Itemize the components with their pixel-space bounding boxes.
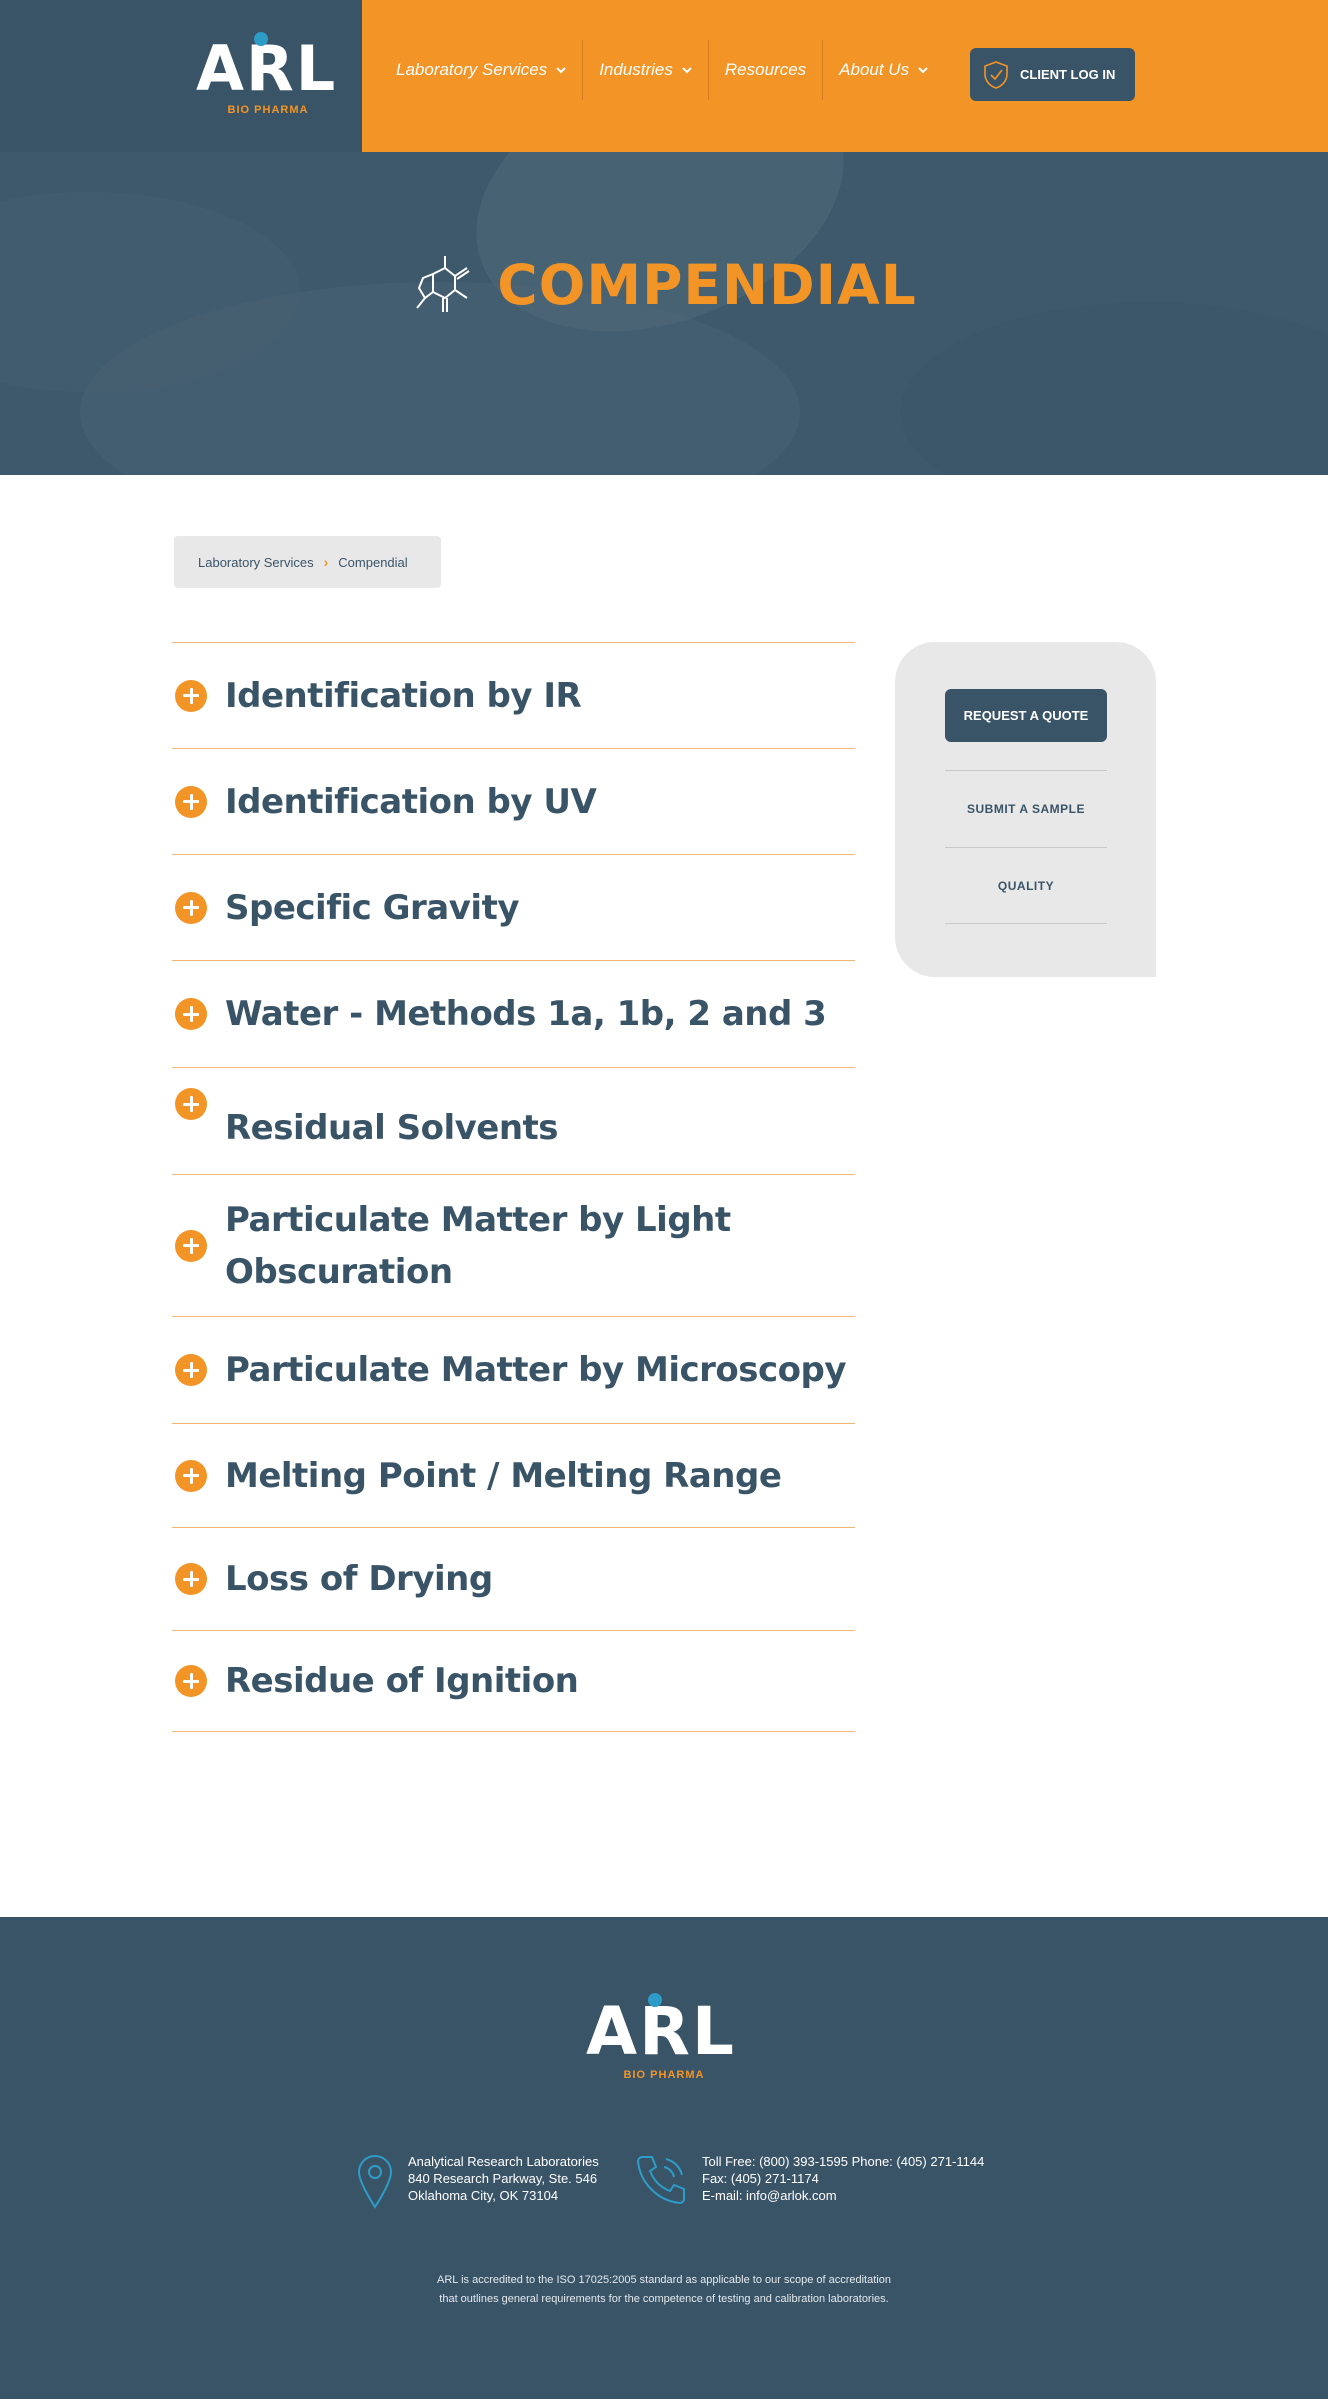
chevron-down-icon xyxy=(918,67,928,74)
accordion-label: Water - Methods 1a, 1b, 2 and 3 xyxy=(225,994,827,1034)
accordion-item[interactable]: Specific Gravity xyxy=(172,854,855,960)
accordion-item[interactable]: Residue of Ignition xyxy=(172,1630,855,1732)
accordion-label: Loss of Drying xyxy=(225,1559,493,1599)
site-logo[interactable]: ARL BIO PHARMA xyxy=(196,32,340,116)
accordion-item[interactable]: Melting Point / Melting Range xyxy=(172,1423,855,1527)
nav-laboratory-services[interactable]: Laboratory Services xyxy=(362,40,582,100)
accordion-label: Residue of Ignition xyxy=(225,1661,579,1701)
logo-subtitle: BIO PHARMA xyxy=(227,104,309,116)
plus-icon xyxy=(175,1088,207,1120)
request-quote-button[interactable]: REQUEST A QUOTE xyxy=(945,689,1107,742)
chevron-down-icon xyxy=(556,67,566,74)
sidebar-panel: REQUEST A QUOTE SUBMIT A SAMPLE QUALITY xyxy=(895,642,1156,977)
accreditation-note: ARL is accredited to the ISO 17025:2005 … xyxy=(0,2271,1328,2309)
plus-icon xyxy=(175,891,207,924)
nav-bar: Laboratory Services Industries Resources… xyxy=(362,0,1328,152)
footer-logo[interactable]: ARL BIO PHARMA xyxy=(586,1993,742,2081)
services-accordion: Identification by IR Identification by U… xyxy=(172,642,855,1732)
client-login-button[interactable]: CLIENT LOG IN xyxy=(970,48,1135,101)
nav-about-us[interactable]: About Us xyxy=(823,40,944,100)
nav-industries[interactable]: Industries xyxy=(583,40,708,100)
breadcrumb: Laboratory Services › Compendial xyxy=(174,536,441,588)
plus-icon xyxy=(175,785,207,818)
logo-text: ARL xyxy=(196,32,338,105)
address-line: Oklahoma City, OK 73104 xyxy=(408,2188,559,2203)
submit-sample-link[interactable]: SUBMIT A SAMPLE xyxy=(945,770,1107,847)
accordion-label: Identification by IR xyxy=(225,675,582,716)
logo-text: ARL xyxy=(586,1993,736,2070)
main-nav: Laboratory Services Industries Resources… xyxy=(362,40,944,100)
accordion-item[interactable]: Water - Methods 1a, 1b, 2 and 3 xyxy=(172,960,855,1067)
accordion-label: Residual Solvents xyxy=(225,1108,559,1148)
accordion-item[interactable]: Loss of Drying xyxy=(172,1527,855,1630)
accordion-label: Identification by UV xyxy=(225,781,597,822)
hero-heading: COMPENDIAL xyxy=(0,252,1328,318)
logo-dot xyxy=(254,32,268,46)
logo-block: ARL BIO PHARMA xyxy=(0,0,362,152)
nav-label: Laboratory Services xyxy=(396,60,548,79)
address-line: 840 Research Parkway, Ste. 546 xyxy=(408,2171,598,2186)
map-pin-icon xyxy=(357,2155,393,2209)
plus-icon xyxy=(175,1563,207,1595)
chevron-right-icon: › xyxy=(323,554,329,570)
accordion-item[interactable]: Residual Solvents xyxy=(172,1067,855,1174)
site-header: ARL BIO PHARMA Laboratory Services Indus… xyxy=(0,0,1328,152)
quality-link[interactable]: QUALITY xyxy=(945,847,1107,924)
footer-address: Analytical Research Laboratories 840 Res… xyxy=(356,2153,599,2209)
plus-icon xyxy=(175,1665,207,1697)
chevron-down-icon xyxy=(682,67,692,74)
accordion-label: Melting Point / Melting Range xyxy=(225,1455,782,1496)
accordion-label: Particulate Matter by Microscopy xyxy=(225,1350,847,1390)
logo-subtitle: BIO PHARMA xyxy=(623,2069,705,2081)
site-footer: ARL BIO PHARMA Analytical Research Labor… xyxy=(0,1917,1328,2399)
molecule-icon xyxy=(416,256,470,312)
contact-lines: Toll Free: (800) 393-1595 Phone: (405) 2… xyxy=(702,2153,984,2204)
legal-line: ARL is accredited to the ISO 17025:2005 … xyxy=(437,2274,891,2286)
phone-line[interactable]: Toll Free: (800) 393-1595 Phone: (405) 2… xyxy=(702,2153,984,2170)
address-lines: Analytical Research Laboratories 840 Res… xyxy=(408,2153,599,2204)
logo-dot xyxy=(648,1993,662,2007)
accordion-item[interactable]: Particulate Matter by Light Obscuration xyxy=(172,1174,855,1316)
plus-icon xyxy=(175,1229,207,1262)
accordion-item[interactable]: Particulate Matter by Microscopy xyxy=(172,1316,855,1423)
legal-line: that outlines general requirements for t… xyxy=(439,2293,889,2305)
email-line[interactable]: E-mail: info@arlok.com xyxy=(702,2187,984,2204)
accordion-item[interactable]: Identification by IR xyxy=(172,642,855,748)
accordion-label: Particulate Matter by Light Obscuration xyxy=(225,1199,731,1292)
nav-label: Resources xyxy=(724,60,807,79)
plus-icon xyxy=(175,1459,207,1492)
shield-check-icon xyxy=(984,60,1008,89)
hero-banner: COMPENDIAL xyxy=(0,152,1328,475)
fax-line: Fax: (405) 271-1174 xyxy=(702,2171,819,2186)
nav-label: Industries xyxy=(599,60,673,79)
phone-icon xyxy=(636,2156,685,2205)
nav-resources[interactable]: Resources xyxy=(709,40,822,100)
breadcrumb-laboratory-services[interactable]: Laboratory Services xyxy=(198,555,314,570)
page-title: COMPENDIAL xyxy=(497,253,917,317)
breadcrumb-current: Compendial xyxy=(338,554,408,570)
address-line: Analytical Research Laboratories xyxy=(408,2154,599,2169)
plus-icon xyxy=(175,998,207,1030)
accordion-label: Specific Gravity xyxy=(225,887,519,928)
plus-icon xyxy=(175,679,207,712)
login-label: CLIENT LOG IN xyxy=(1020,67,1116,82)
plus-icon xyxy=(175,1354,207,1386)
nav-label: About Us xyxy=(839,60,910,79)
footer-contact: Toll Free: (800) 393-1595 Phone: (405) 2… xyxy=(634,2153,984,2205)
accordion-item[interactable]: Identification by UV xyxy=(172,748,855,854)
